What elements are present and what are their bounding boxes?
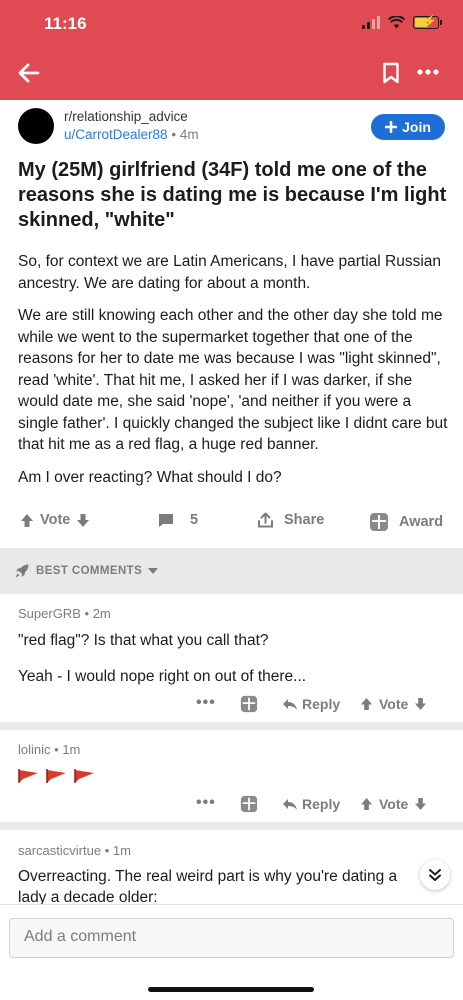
post-header: r/relationship_advice u/CarrotDealer88 •…: [18, 108, 448, 148]
red-flag-icon: [74, 769, 94, 783]
join-label: Join: [402, 119, 431, 135]
share-label: Share: [284, 512, 325, 528]
bookmark-icon[interactable]: [382, 62, 400, 84]
upvote-icon[interactable]: [360, 697, 373, 711]
byline-separator: •: [84, 606, 90, 621]
sort-label: BEST COMMENTS: [36, 565, 143, 577]
gift-icon: [370, 513, 388, 531]
signal-icon: [362, 16, 380, 29]
comment-author[interactable]: SuperGRB: [18, 606, 81, 621]
post-byline: u/CarrotDealer88 • 4m: [64, 127, 199, 142]
comment-author[interactable]: sarcasticvirtue: [18, 843, 101, 858]
comment-vote-control: Vote: [360, 696, 427, 712]
vote-label: Vote: [40, 512, 71, 528]
downvote-icon[interactable]: [414, 797, 427, 811]
comment-meta: lolinic • 1m: [18, 742, 80, 757]
subreddit-avatar[interactable]: [18, 108, 54, 144]
join-button[interactable]: Join: [371, 114, 445, 140]
collapse-thread-button[interactable]: [420, 860, 450, 890]
comment-sort-button[interactable]: BEST COMMENTS: [14, 563, 159, 579]
comment-meta: SuperGRB • 2m: [18, 606, 111, 621]
comment-actions: ••• Reply Vote: [192, 694, 452, 714]
comments-count: 5: [190, 512, 199, 528]
award-label: Award: [399, 514, 444, 530]
rocket-icon: [15, 564, 29, 578]
comment-author[interactable]: lolinic: [18, 742, 51, 757]
status-time: 11:16: [44, 14, 87, 33]
author-link[interactable]: u/CarrotDealer88: [64, 127, 168, 142]
comment-more-icon[interactable]: •••: [196, 694, 216, 712]
comment-flags: [18, 768, 96, 784]
post-age: 4m: [179, 127, 199, 142]
wifi-icon: [388, 16, 405, 29]
byline-separator: •: [54, 742, 59, 757]
gift-icon[interactable]: [240, 695, 258, 713]
post-body: So, for context we are Latin Americans, …: [18, 251, 448, 499]
comment-text: Overreacting. The real weird part is why…: [18, 868, 398, 906]
comments-button[interactable]: 5: [158, 512, 198, 528]
post-paragraph: So, for context we are Latin Americans, …: [18, 253, 442, 292]
comment-more-icon[interactable]: •••: [196, 794, 216, 812]
comment-text: "red flag"? Is that what you call that?: [18, 632, 269, 649]
app-header: 11:16 ⚡: [0, 0, 463, 100]
battery-icon: ⚡: [413, 14, 442, 29]
post-paragraph: Am I over reacting? What should I do?: [18, 468, 282, 486]
award-button[interactable]: Award: [369, 512, 443, 532]
share-icon: [258, 512, 273, 528]
vote-label: Vote: [379, 796, 409, 812]
reply-icon: [283, 798, 297, 810]
comment-composer: Add a comment: [0, 904, 463, 1000]
plus-icon: [385, 121, 398, 133]
red-flag-icon: [18, 769, 38, 783]
red-flag-icon: [46, 769, 66, 783]
downvote-icon[interactable]: [414, 697, 427, 711]
comment-age: 1m: [112, 843, 131, 858]
byline-separator: •: [104, 843, 110, 858]
comment-meta: sarcasticvirtue • 1m: [18, 843, 131, 858]
reply-icon: [283, 698, 297, 710]
comment-age: 1m: [62, 742, 81, 757]
back-arrow-icon[interactable]: [16, 60, 42, 86]
caret-down-icon: [148, 567, 159, 574]
status-icons: ⚡: [362, 14, 442, 29]
byline-separator: •: [171, 127, 177, 142]
comment-icon: [159, 513, 173, 527]
reply-button[interactable]: Reply: [282, 796, 340, 812]
post-title: My (25M) girlfriend (34F) told me one of…: [18, 159, 447, 231]
comment-divider: [0, 722, 463, 730]
share-button[interactable]: Share: [257, 512, 324, 528]
comment-text: Yeah - I would nope right on out of ther…: [18, 668, 307, 685]
double-chevron-down-icon: [429, 869, 441, 881]
home-indicator: [148, 987, 314, 992]
post-paragraph: We are still knowing each other and the …: [18, 307, 448, 453]
comment-actions: ••• Reply Vote: [192, 794, 452, 814]
comment-vote-control: Vote: [360, 796, 427, 812]
reply-label: Reply: [302, 696, 341, 712]
post-action-bar: Vote 5 Share Award: [0, 510, 463, 538]
downvote-icon[interactable]: [76, 513, 90, 528]
upvote-icon[interactable]: [20, 513, 34, 528]
subreddit-name[interactable]: r/relationship_advice: [64, 109, 188, 124]
vote-label: Vote: [379, 696, 409, 712]
comment-divider: [0, 822, 463, 830]
reply-label: Reply: [302, 796, 341, 812]
more-options-icon[interactable]: [416, 66, 440, 78]
gift-icon[interactable]: [240, 795, 258, 813]
add-comment-input[interactable]: Add a comment: [9, 918, 454, 958]
post-vote-control: Vote: [20, 512, 90, 528]
reply-button[interactable]: Reply: [282, 696, 340, 712]
upvote-icon[interactable]: [360, 797, 373, 811]
comment-age: 2m: [92, 606, 111, 621]
